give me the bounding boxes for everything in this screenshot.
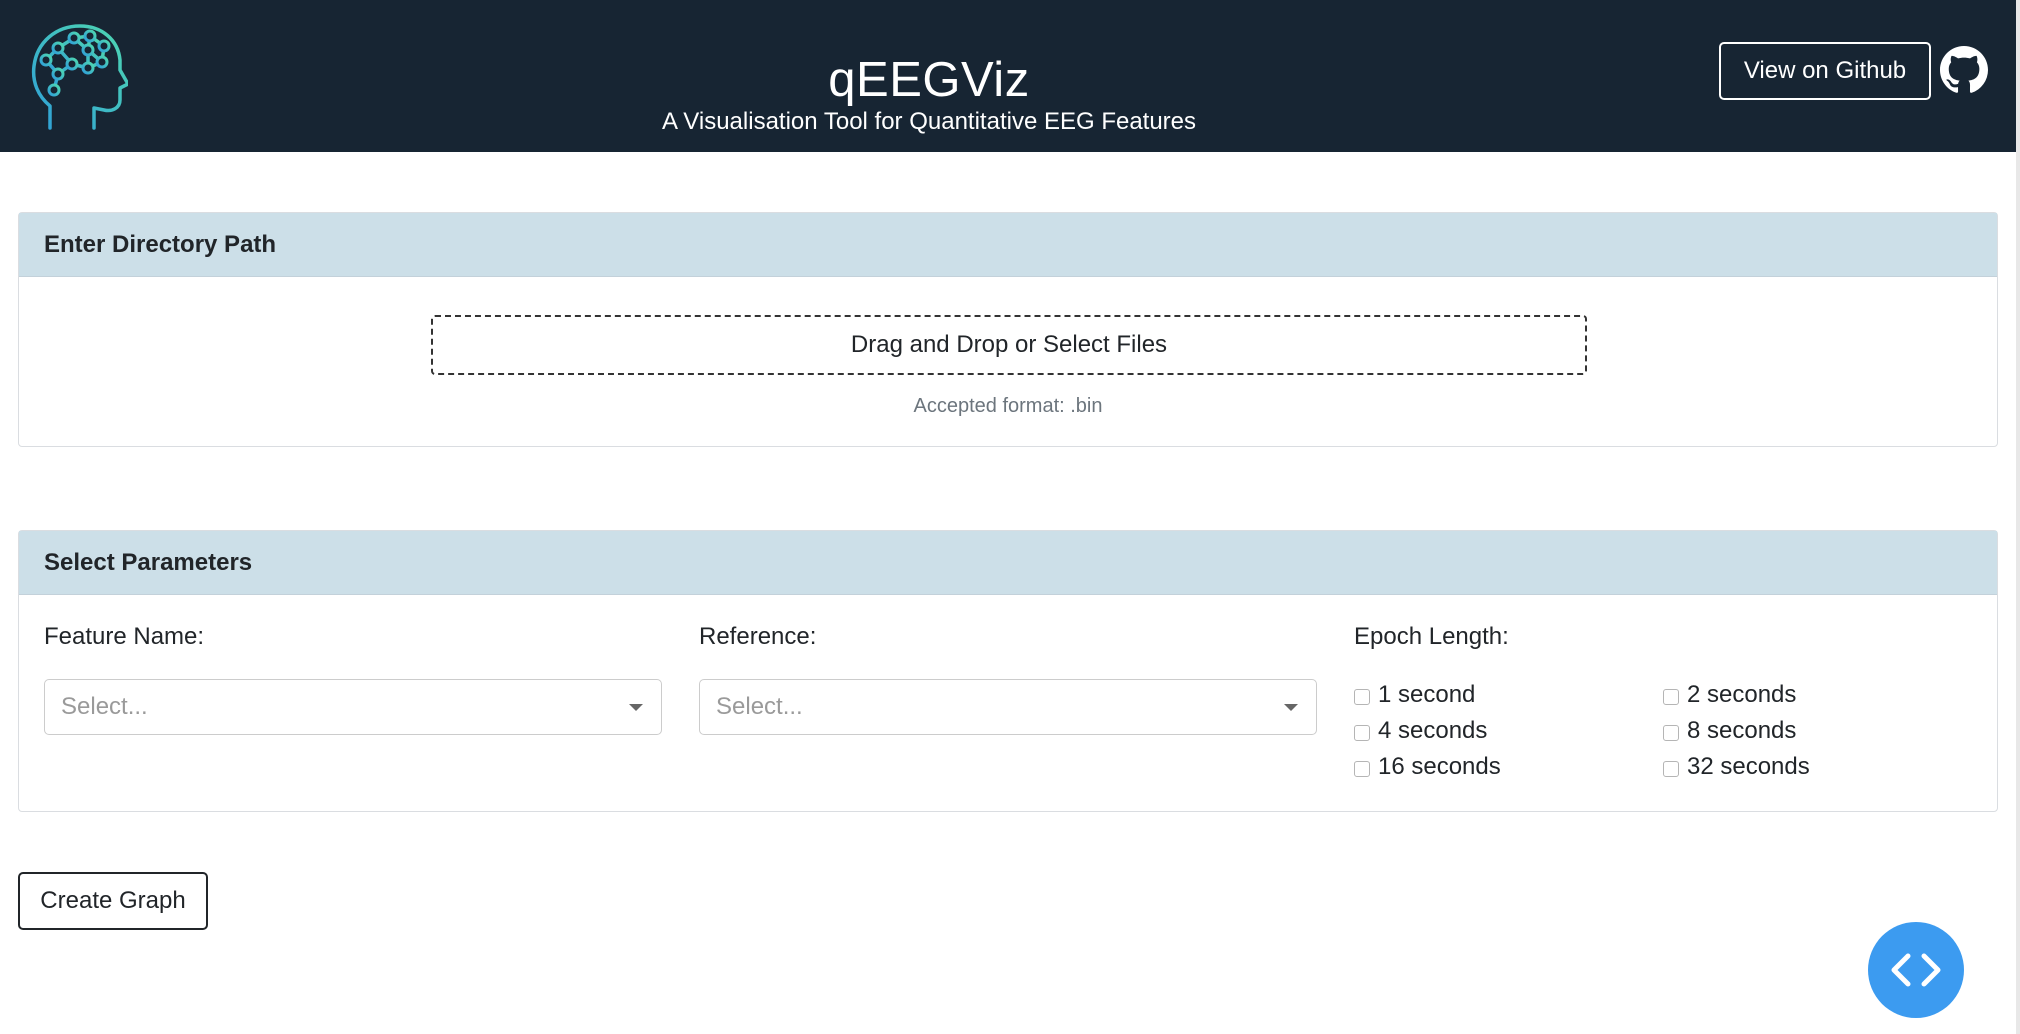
checkbox[interactable]	[1354, 761, 1370, 777]
parameters-card: Select Parameters Feature Name: Select..…	[18, 530, 1998, 812]
view-on-github-button[interactable]: View on Github	[1719, 42, 1931, 100]
checkbox[interactable]	[1663, 689, 1679, 705]
checkbox[interactable]	[1663, 761, 1679, 777]
directory-card-header: Enter Directory Path	[19, 213, 1997, 277]
directory-card: Enter Directory Path Drag and Drop or Se…	[18, 212, 1998, 447]
epoch-option-label: 2 seconds	[1687, 681, 1797, 708]
code-toggle-button[interactable]	[1868, 922, 1964, 1018]
chevron-down-icon[interactable]	[1284, 704, 1298, 711]
reference-placeholder: Select...	[716, 693, 803, 720]
epoch-option-16s[interactable]: 16 seconds	[1354, 753, 1501, 781]
github-octocat-icon[interactable]	[1940, 46, 1988, 94]
app-subtitle: A Visualisation Tool for Quantitative EE…	[661, 108, 1197, 135]
epoch-option-32s[interactable]: 32 seconds	[1663, 753, 1810, 781]
chevron-down-icon[interactable]	[629, 704, 643, 711]
code-brackets-icon	[1891, 953, 1941, 987]
checkbox[interactable]	[1354, 725, 1370, 741]
app-title: qEEGViz	[828, 53, 1030, 107]
epoch-option-label: 1 second	[1378, 681, 1476, 708]
parameters-card-header: Select Parameters	[19, 531, 1997, 595]
file-dropzone[interactable]: Drag and Drop or Select Files	[431, 315, 1587, 375]
feature-name-label: Feature Name:	[44, 623, 205, 650]
epoch-option-label: 32 seconds	[1687, 753, 1810, 780]
accepted-format-note: Accepted format: .bin	[913, 395, 1103, 417]
epoch-option-label: 16 seconds	[1378, 753, 1501, 780]
scrollbar[interactable]	[2016, 0, 2020, 1034]
create-graph-button[interactable]: Create Graph	[18, 872, 208, 930]
reference-label: Reference:	[699, 623, 817, 650]
epoch-option-label: 8 seconds	[1687, 717, 1797, 744]
epoch-option-4s[interactable]: 4 seconds	[1354, 717, 1487, 745]
checkbox[interactable]	[1354, 689, 1370, 705]
epoch-option-1s[interactable]: 1 second	[1354, 681, 1475, 709]
epoch-option-2s[interactable]: 2 seconds	[1663, 681, 1796, 709]
checkbox[interactable]	[1663, 725, 1679, 741]
feature-name-select[interactable]: Select...	[44, 679, 662, 735]
epoch-length-label: Epoch Length:	[1354, 623, 1509, 650]
epoch-option-8s[interactable]: 8 seconds	[1663, 717, 1796, 745]
reference-select[interactable]: Select...	[699, 679, 1317, 735]
feature-name-placeholder: Select...	[61, 693, 148, 720]
epoch-option-label: 4 seconds	[1378, 717, 1488, 744]
app-header: qEEGViz A Visualisation Tool for Quantit…	[0, 0, 2016, 152]
